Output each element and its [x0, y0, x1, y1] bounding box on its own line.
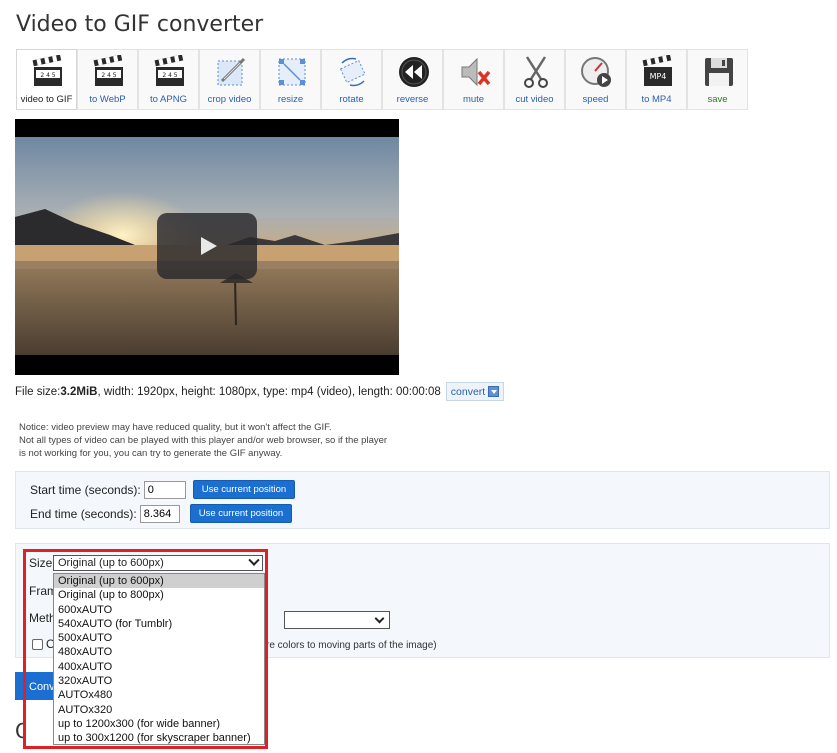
crop-icon	[217, 57, 246, 86]
size-label: Size:	[29, 556, 56, 570]
output-heading: Outp	[15, 719, 25, 743]
size-option[interactable]: AUTOx480	[54, 688, 264, 702]
convert-format-button[interactable]: convert	[445, 382, 505, 401]
file-info-prefix: File size:	[15, 385, 61, 398]
size-dropdown-list: Original (up to 600px) Original (up to 8…	[53, 573, 265, 745]
tool-to-mp4[interactable]: MP4 to MP4	[626, 49, 687, 110]
method-select[interactable]	[284, 611, 390, 629]
preview-notice: Notice: video preview may have reduced q…	[19, 421, 387, 460]
scissors-icon	[524, 56, 548, 88]
size-option[interactable]: up to 1200x300 (for wide banner)	[54, 717, 264, 731]
convert-label: convert	[450, 385, 486, 398]
size-option[interactable]: 480xAUTO	[54, 645, 264, 659]
svg-text:2 4 5: 2 4 5	[40, 72, 55, 79]
tool-reverse[interactable]: reverse	[382, 49, 443, 110]
size-option[interactable]: 600xAUTO	[54, 603, 264, 617]
tool-label: save	[707, 94, 728, 105]
speed-icon	[581, 57, 611, 87]
end-time-input[interactable]	[139, 504, 180, 523]
tool-cut-video[interactable]: cut video	[504, 49, 565, 110]
file-info-details: , width: 1920px, height: 1080px, type: m…	[97, 385, 441, 398]
size-option[interactable]: Original (up to 600px)	[54, 574, 264, 589]
tool-mute[interactable]: mute	[443, 49, 504, 110]
mp4-icon: MP4	[642, 55, 672, 86]
convert-to-gif-button[interactable]: Conv	[15, 672, 53, 700]
tool-crop-video[interactable]: crop video	[199, 49, 260, 110]
start-time-input[interactable]	[143, 480, 186, 499]
page-title: Video to GIF converter	[16, 12, 264, 37]
clapperboard-gif-icon: 2 4 5	[32, 55, 62, 86]
method-label: Meth	[29, 611, 56, 625]
play-icon	[201, 237, 217, 255]
clapperboard-webp-icon: 2 4 5	[93, 55, 123, 86]
tool-label: speed	[582, 94, 609, 105]
chevron-down-icon	[374, 613, 385, 624]
tool-to-apng[interactable]: 2 4 5 to APNG	[138, 49, 199, 110]
video-player[interactable]	[15, 119, 399, 375]
size-option[interactable]: AUTOx320	[54, 703, 264, 717]
download-arrow-icon	[488, 386, 500, 397]
clapperboard-apng-icon: 2 4 5	[154, 55, 184, 86]
floppy-disk-icon	[705, 58, 733, 86]
mute-icon	[461, 57, 491, 87]
start-time-label: Start time (seconds):	[30, 482, 141, 497]
notice-line: Notice: video preview may have reduced q…	[19, 422, 332, 433]
tool-label: to APNG	[150, 94, 187, 105]
moving-parts-note: re colors to moving parts of the image)	[266, 640, 437, 651]
rotate-icon	[339, 57, 366, 87]
reverse-icon	[399, 57, 429, 87]
file-size: 3.2MiB	[60, 385, 98, 398]
end-time-label: End time (seconds):	[30, 506, 137, 521]
size-option[interactable]: 540xAUTO (for Tumblr)	[54, 617, 264, 631]
start-use-current-button[interactable]: Use current position	[192, 480, 296, 499]
start-time-row: Start time (seconds): Use current positi…	[30, 480, 296, 499]
svg-text:2 4 5: 2 4 5	[101, 72, 116, 79]
tool-toolbar: 2 4 5 video to GIF 2 4 5 to WebP 2 4 5 t…	[16, 49, 748, 110]
optimize-checkbox[interactable]	[32, 639, 43, 650]
end-time-row: End time (seconds): Use current position	[30, 504, 293, 523]
tool-to-webp[interactable]: 2 4 5 to WebP	[77, 49, 138, 110]
tool-label: to WebP	[89, 94, 126, 105]
size-selected-value: Original (up to 600px)	[58, 557, 164, 569]
file-info: File size: 3.2MiB , width: 1920px, heigh…	[15, 382, 505, 401]
tool-video-to-gif[interactable]: 2 4 5 video to GIF	[16, 49, 77, 110]
tool-resize[interactable]: resize	[260, 49, 321, 110]
size-select[interactable]: Original (up to 600px)	[53, 554, 263, 571]
tool-label: crop video	[207, 94, 252, 105]
tool-label: rotate	[339, 94, 364, 105]
notice-line: is not working for you, you can try to g…	[19, 448, 283, 459]
tool-save[interactable]: save	[687, 49, 748, 110]
size-option[interactable]: 400xAUTO	[54, 660, 264, 674]
tool-speed[interactable]: speed	[565, 49, 626, 110]
svg-text:MP4: MP4	[650, 72, 667, 81]
end-use-current-button[interactable]: Use current position	[189, 504, 293, 523]
size-option[interactable]: up to 300x1200 (for skyscraper banner)	[54, 731, 264, 745]
resize-icon	[278, 58, 306, 86]
notice-line: Not all types of video can be played wit…	[19, 435, 388, 446]
size-option[interactable]: 320xAUTO	[54, 674, 264, 688]
play-button[interactable]	[157, 213, 257, 279]
tool-label: mute	[462, 94, 485, 105]
tool-label: reverse	[396, 94, 429, 105]
size-option[interactable]: Original (up to 800px)	[54, 588, 264, 602]
chevron-down-icon	[248, 554, 260, 566]
tool-label: video to GIF	[20, 94, 73, 105]
tool-label: cut video	[515, 94, 554, 105]
tool-rotate[interactable]: rotate	[321, 49, 382, 110]
size-option[interactable]: 500xAUTO	[54, 631, 264, 645]
tool-label: resize	[277, 94, 304, 105]
time-range-panel: Start time (seconds): Use current positi…	[15, 471, 830, 529]
svg-text:2 4 5: 2 4 5	[162, 72, 177, 79]
tool-label: to MP4	[641, 94, 672, 105]
